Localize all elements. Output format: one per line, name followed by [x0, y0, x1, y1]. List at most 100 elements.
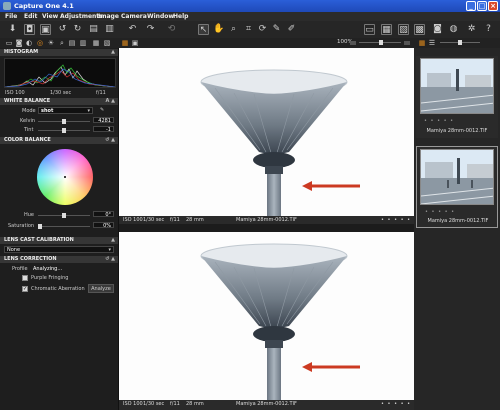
menu-view[interactable]: View [42, 13, 58, 20]
thumbnail-2[interactable]: • • • • • Mamiya 28mm-0012.TIF [416, 146, 498, 228]
menu-image[interactable]: Image [98, 13, 119, 20]
thumbnail-2-caption: Mamiya 28mm-0012.TIF [427, 218, 489, 224]
menu-camera[interactable]: Camera [121, 13, 147, 20]
pan-tool-icon[interactable]: ✋ [213, 24, 224, 35]
info-filename: Mamiya 28mm-0012.TIF [236, 217, 297, 223]
menu-help[interactable]: Help [173, 13, 188, 20]
analyze-button[interactable]: Analyze [88, 284, 114, 293]
view-single-icon[interactable]: ▭ [364, 24, 375, 35]
rotate-right-icon[interactable]: ↻ [72, 24, 83, 35]
tint-value[interactable]: -1 [93, 126, 114, 133]
rating-stars[interactable]: • • • • • [381, 400, 411, 408]
lens-correction-header[interactable]: LENS CORRECTION ↺ ▲ [0, 256, 118, 263]
panel-collapse-icon[interactable]: ↺ ▲ [105, 137, 115, 144]
purple-fringing-checkbox[interactable] [22, 275, 28, 281]
info-shutter: 1/30 sec [143, 217, 165, 223]
color-wheel[interactable] [37, 149, 93, 205]
panel-collapse-icon[interactable]: ↺ ▲ [105, 256, 115, 263]
lens-cast-dropdown[interactable]: None ▾ [4, 246, 114, 253]
camera-icon[interactable]: ◘ [24, 24, 35, 35]
color-editor-icon[interactable]: ◍ [448, 24, 459, 35]
rating-stars[interactable]: • • • • • [381, 216, 411, 224]
picker-tool-icon[interactable]: ✎ [271, 24, 282, 35]
capture-icon[interactable]: ◙ [432, 24, 443, 35]
wb-mode-dropdown[interactable]: shot ▾ [38, 107, 93, 114]
browser-grid-icon[interactable]: ▦ [418, 39, 426, 47]
exposure-warning-icon[interactable]: ▩ [414, 24, 425, 35]
hue-slider-knob[interactable] [62, 213, 66, 218]
menu-adjustments[interactable]: Adjustments [60, 13, 103, 20]
zoom-slider-knob[interactable] [379, 40, 383, 45]
saturation-slider-knob[interactable] [38, 224, 42, 229]
maximize-button[interactable]: □ [477, 1, 487, 11]
eyedropper-icon[interactable]: ✎ [100, 107, 104, 113]
color-wheel-marker[interactable] [64, 176, 66, 178]
redo-icon[interactable]: ↷ [145, 24, 156, 35]
straighten-tool-icon[interactable]: ⟳ [257, 24, 268, 35]
thumbnail-2-rating[interactable]: • • • • • [425, 209, 455, 215]
panel-collapse-icon[interactable]: A ▲ [106, 98, 115, 105]
import-icon[interactable]: ⬇ [7, 24, 18, 35]
color-balance-header[interactable]: COLOR BALANCE ↺ ▲ [0, 137, 118, 144]
viewer-single-icon[interactable]: ▣ [131, 39, 139, 47]
menu-file[interactable]: File [5, 13, 17, 20]
process-icon[interactable]: ▣ [40, 24, 51, 35]
thumb-size-knob[interactable] [458, 40, 462, 45]
reset-icon[interactable]: ⟲ [166, 24, 177, 35]
viewer-divider [119, 224, 414, 232]
chromatic-aberration-checkbox[interactable]: ✓ [22, 286, 28, 292]
thumbnail-1[interactable]: Mamiya 28mm-0012.TIF • • • • • [416, 56, 498, 138]
quick-tab-icon[interactable]: ▧ [103, 39, 111, 47]
library-tab-icon[interactable]: ▭ [5, 39, 13, 47]
white-balance-header[interactable]: WHITE BALANCE A ▲ [0, 98, 118, 105]
histogram-svg [4, 64, 116, 88]
zoom-in-button[interactable] [404, 41, 410, 45]
histogram-header[interactable]: HISTOGRAM ▲ [0, 49, 118, 56]
hue-value[interactable]: 0° [93, 211, 114, 218]
minimize-button[interactable]: _ [466, 1, 476, 11]
close-button[interactable]: × [488, 1, 498, 11]
help-icon[interactable]: ? [483, 24, 494, 35]
viewer-image-top[interactable] [119, 48, 414, 216]
menu-window[interactable]: Window [147, 13, 174, 20]
thumbnail-1-rating[interactable]: • • • • • [424, 118, 454, 124]
lens-cast-header[interactable]: LENS CAST CALIBRATION ▲ [0, 237, 118, 244]
zoom-tool-icon[interactable]: ⌕ [228, 24, 239, 35]
exposure-tab-icon[interactable]: ☀ [47, 39, 55, 47]
output-tab-icon[interactable]: ▥ [79, 39, 87, 47]
lens-tab-icon[interactable]: ◎ [36, 39, 44, 47]
zoom-out-button[interactable] [350, 41, 356, 45]
delete-icon[interactable]: ▥ [104, 24, 115, 35]
tint-label: Tint [24, 127, 34, 133]
select-tool-icon[interactable]: ↖ [198, 24, 209, 35]
saturation-value[interactable]: 0% [93, 222, 114, 229]
saturation-slider[interactable] [38, 226, 90, 227]
kelvin-slider-knob[interactable] [62, 119, 66, 124]
viewer-image-bottom[interactable] [119, 232, 414, 400]
metadata-tab-icon[interactable]: ▤ [68, 39, 76, 47]
kelvin-value[interactable]: 4281 [93, 117, 114, 124]
panel-collapse-icon[interactable]: ▲ [111, 49, 115, 56]
tint-slider-knob[interactable] [62, 128, 66, 133]
undo-icon[interactable]: ↶ [127, 24, 138, 35]
rotate-left-icon[interactable]: ↺ [57, 24, 68, 35]
settings-gear-icon[interactable]: ✲ [466, 24, 477, 35]
viewer-info-bar-top: ISO 100 1/30 sec f/11 28 mm Mamiya 28mm-… [119, 216, 414, 224]
crop-tool-icon[interactable]: ⌗ [243, 24, 254, 35]
browser-list-icon[interactable]: ☰ [428, 39, 436, 47]
view-multi-icon[interactable]: ▦ [381, 24, 392, 35]
white-balance-title: WHITE BALANCE [4, 98, 51, 104]
batch-tab-icon[interactable]: ▦ [92, 39, 100, 47]
thumbnail-image-2 [420, 149, 494, 205]
capture-tab-icon[interactable]: ◙ [15, 39, 23, 47]
panel-collapse-icon[interactable]: ▲ [111, 237, 115, 244]
detail-tab-icon[interactable]: ⌕ [58, 39, 66, 47]
menu-edit[interactable]: Edit [24, 13, 37, 20]
color-tab-icon[interactable]: ◐ [25, 39, 33, 47]
info-focal: 28 mm [186, 217, 204, 223]
copy-icon[interactable]: ▤ [88, 24, 99, 35]
left-tool-panel: HISTOGRAM ▲ ISO 100 1/30 sec f/11 WHITE … [0, 48, 119, 410]
viewer-grid-icon[interactable]: ▦ [121, 39, 129, 47]
annotate-tool-icon[interactable]: ✐ [286, 24, 297, 35]
view-compare-icon[interactable]: ▧ [398, 24, 409, 35]
